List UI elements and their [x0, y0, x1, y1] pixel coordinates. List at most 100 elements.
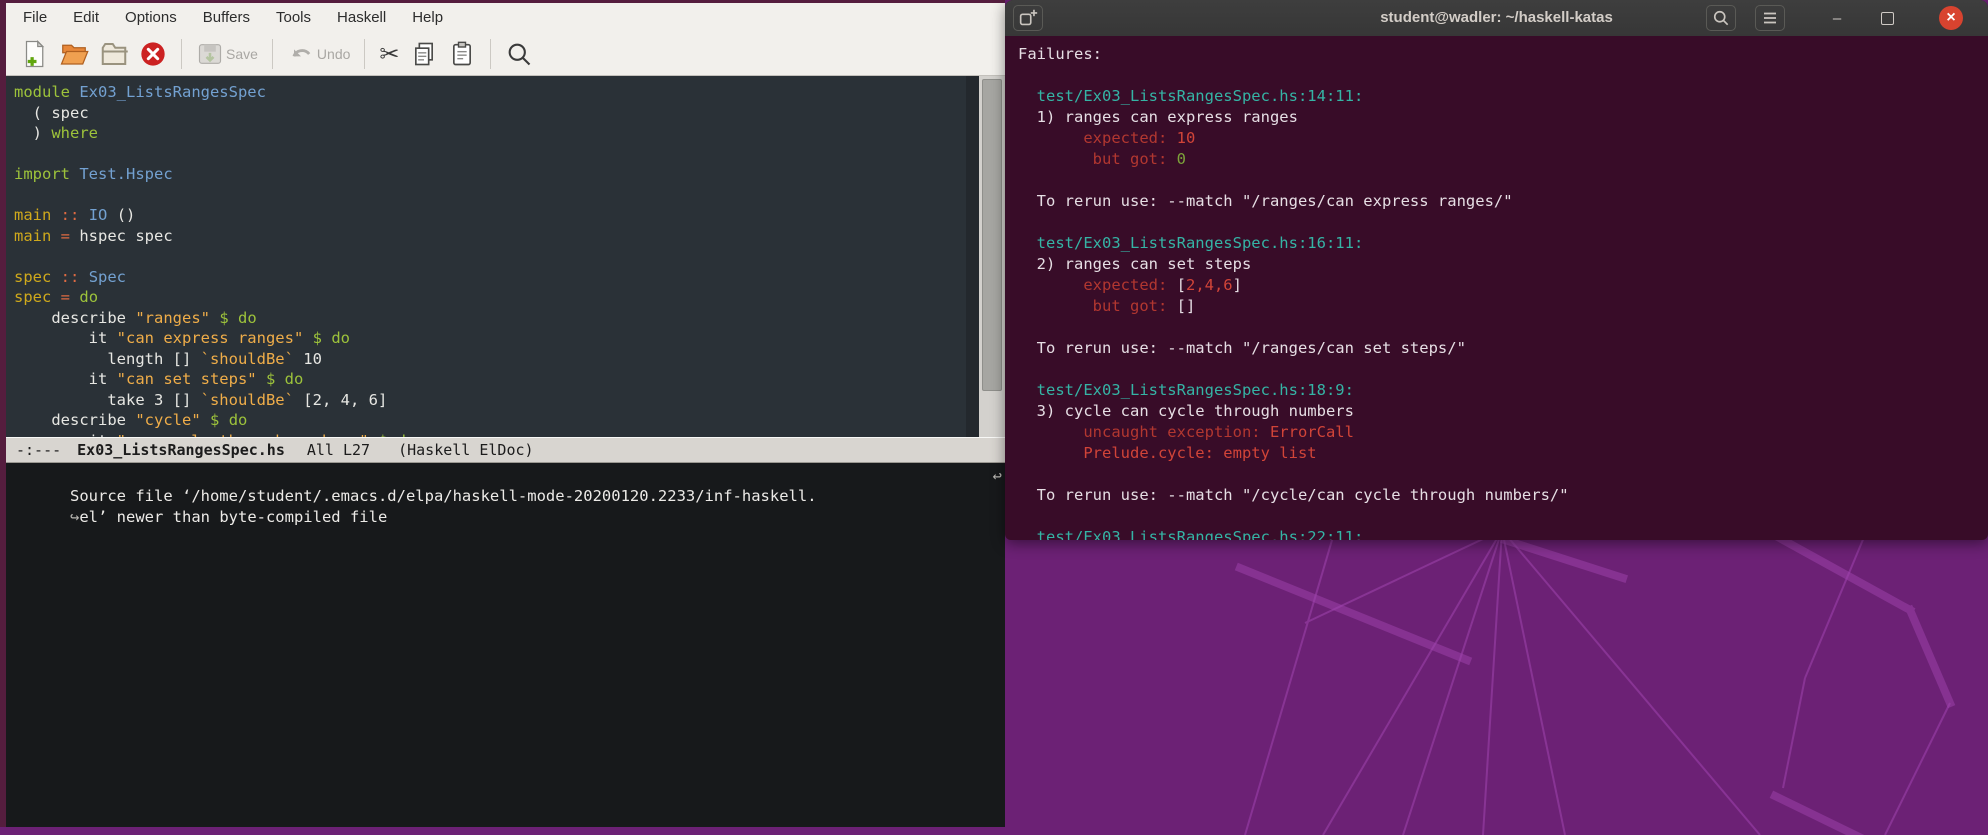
scrollbar-thumb[interactable]: [982, 79, 1002, 392]
close-button[interactable]: ×: [1938, 0, 1964, 36]
close-icon: ×: [1939, 6, 1963, 30]
cut-button[interactable]: ✂: [379, 36, 399, 72]
text-line: ( spec: [14, 103, 959, 124]
text-line: [14, 144, 959, 165]
menu-help[interactable]: Help: [399, 3, 456, 32]
text-segment: =: [60, 288, 71, 306]
undo-button[interactable]: Undo: [287, 36, 350, 72]
text-segment: 2,4,6: [1185, 276, 1233, 294]
text-line: take 3 [] `shouldBe` [2, 4, 6]: [14, 390, 959, 411]
menu-edit[interactable]: Edit: [60, 3, 112, 32]
text-segment: Ex03_ListsRangesSpec: [70, 83, 266, 101]
maximize-button[interactable]: [1874, 0, 1900, 36]
terminal-menu-button[interactable]: [1755, 5, 1785, 31]
toolbar-separator: [364, 38, 366, 69]
modeline-modes: (Haskell ElDoc): [398, 441, 534, 459]
menu-tools[interactable]: Tools: [263, 3, 324, 32]
emacs-toolbar: Save Undo ✂: [6, 32, 1005, 76]
menu-buffers[interactable]: Buffers: [190, 3, 263, 32]
text-line: it "can express ranges" $ do: [14, 328, 959, 349]
text-segment: import: [14, 165, 70, 183]
text-segment: main: [14, 226, 52, 245]
text-segment: "can set steps": [116, 370, 257, 388]
search-button[interactable]: [505, 36, 533, 72]
editor-buffer[interactable]: module Ex03_ListsRangesSpec ( spec ) whe…: [6, 76, 1005, 437]
save-button-label: Save: [226, 45, 258, 62]
open-file-button[interactable]: [59, 36, 89, 72]
text-segment: "cycle": [135, 411, 201, 429]
text-segment: do: [79, 288, 99, 306]
new-file-button[interactable]: [19, 36, 49, 72]
close-buffer-button[interactable]: [139, 36, 167, 72]
text-line: [1018, 65, 1988, 86]
save-button[interactable]: Save: [196, 36, 258, 72]
toolbar-separator: [181, 38, 182, 69]
new-file-icon: [25, 39, 45, 67]
minibuffer-line: Source file ‘/home/student/.emacs.d/elpa…: [70, 487, 817, 505]
hamburger-menu-icon: [1764, 12, 1776, 24]
modeline-status: -:---: [16, 441, 62, 459]
text-line: [1018, 506, 1988, 527]
text-line: main = hspec spec: [14, 226, 959, 247]
text-segment: test/Ex03_ListsRangesSpec.hs:16:11:: [1018, 234, 1364, 252]
directory-button[interactable]: [99, 36, 129, 72]
text-segment: module: [14, 83, 70, 101]
text-segment: $: [312, 329, 322, 347]
text-segment: "can cycle through numbers": [117, 432, 369, 438]
text-segment: [2, 4, 6]: [293, 390, 388, 409]
text-line: [1018, 317, 1988, 338]
text-line: main :: IO (): [14, 205, 959, 226]
text-segment: [201, 411, 210, 429]
text-segment: []: [1176, 297, 1196, 315]
text-segment: expected:: [1018, 129, 1177, 147]
text-segment: =: [60, 226, 71, 245]
toolbar-separator: [271, 38, 273, 69]
text-segment: test/Ex03_ListsRangesSpec.hs:22:11:: [1018, 528, 1364, 540]
text-segment: but got:: [1018, 150, 1177, 168]
toolbar-separator: [489, 38, 491, 69]
terminal-search-button[interactable]: [1706, 5, 1736, 31]
copy-button[interactable]: [410, 36, 438, 72]
text-line: [1018, 464, 1988, 485]
text-line: Failures:: [1018, 44, 1988, 65]
minimize-button[interactable]: –: [1824, 0, 1850, 36]
terminal-output[interactable]: Failures: test/Ex03_ListsRangesSpec.hs:1…: [1005, 36, 1988, 540]
maximize-icon: [1880, 11, 1894, 25]
line-wrap-left-icon: ↪: [70, 507, 80, 526]
text-segment: [70, 288, 79, 306]
text-line: [14, 185, 959, 206]
text-segment: expected:: [1018, 276, 1177, 294]
text-line: module Ex03_ListsRangesSpec: [14, 82, 959, 103]
text-line: 1) ranges can express ranges: [1018, 107, 1988, 128]
text-segment: [257, 370, 266, 388]
menu-haskell[interactable]: Haskell: [324, 3, 399, 32]
text-segment: it: [14, 432, 117, 438]
editor-scrollbar[interactable]: [979, 76, 1005, 437]
menu-file[interactable]: File: [10, 3, 60, 32]
text-segment: it: [14, 370, 117, 388]
menu-options[interactable]: Options: [112, 3, 190, 32]
folder-icon: [101, 42, 128, 65]
code-area: module Ex03_ListsRangesSpec ( spec ) whe…: [6, 76, 1005, 437]
text-line: expected: [2,4,6]: [1018, 275, 1988, 296]
text-segment: ::: [60, 206, 80, 224]
text-segment: To rerun use: --match "/ranges/can expre…: [1018, 192, 1513, 210]
text-line: [1018, 170, 1988, 191]
terminal-titlebar[interactable]: student@wadler: ~/haskell-katas – ×: [1005, 0, 1988, 36]
text-line: but got: 0: [1018, 149, 1988, 170]
text-segment: describe: [14, 308, 136, 327]
paste-button[interactable]: [448, 36, 476, 72]
text-segment: Spec: [88, 267, 127, 286]
text-segment: ErrorCall: [1269, 423, 1354, 441]
text-segment: [322, 329, 331, 347]
text-segment: To rerun use: --match "/cycle/can cycle …: [1018, 486, 1569, 504]
text-segment: but got:: [1018, 297, 1177, 315]
text-segment: IO: [88, 206, 108, 224]
text-segment: [79, 206, 88, 224]
minibuffer[interactable]: Source file ‘/home/student/.emacs.d/elpa…: [6, 463, 1005, 827]
text-segment: take 3 []: [14, 390, 201, 409]
text-segment: it: [14, 329, 117, 347]
cut-icon: ✂: [379, 39, 400, 68]
text-segment: `shouldBe`: [200, 390, 294, 409]
text-line: test/Ex03_ListsRangesSpec.hs:16:11:: [1018, 233, 1988, 254]
